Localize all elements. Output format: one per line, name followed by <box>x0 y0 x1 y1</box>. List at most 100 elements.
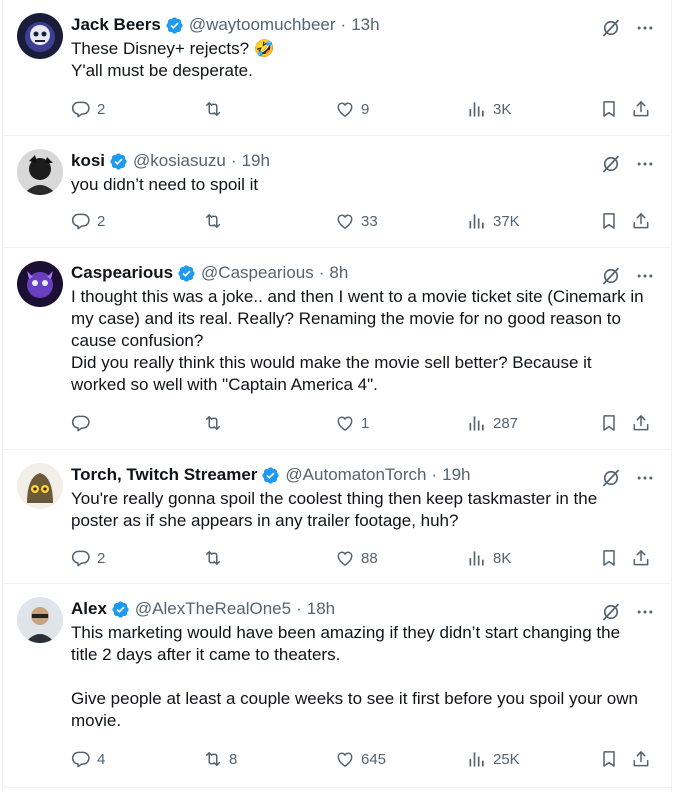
bookmark-icon <box>599 413 619 433</box>
tweet[interactable]: Torch, Twitch Streamer @AutomatonTorch ·… <box>3 450 671 584</box>
tweet[interactable]: Jack Beers @waytoomuchbeer · 13h These D… <box>3 0 671 136</box>
author-handle[interactable]: @AutomatonTorch <box>285 465 426 485</box>
timestamp[interactable]: 8h <box>329 263 348 283</box>
avatar[interactable] <box>17 463 63 509</box>
bookmark-icon <box>599 211 619 231</box>
heart-icon <box>335 413 355 433</box>
share-button[interactable] <box>631 211 651 231</box>
retweet-button[interactable] <box>203 99 229 119</box>
grok-icon[interactable] <box>601 468 621 488</box>
share-button[interactable] <box>631 548 651 568</box>
author-handle[interactable]: @waytoomuchbeer <box>189 15 336 35</box>
more-options-icon[interactable] <box>635 602 655 622</box>
more-options-icon[interactable] <box>635 266 655 286</box>
share-icon <box>631 548 651 568</box>
author-name[interactable]: kosi <box>71 151 105 171</box>
verified-badge-icon <box>261 466 280 485</box>
reply-button[interactable]: 2 <box>71 548 105 568</box>
grok-icon[interactable] <box>601 154 621 174</box>
share-icon <box>631 749 651 769</box>
like-button[interactable]: 1 <box>335 413 369 433</box>
tweet-text-line: This marketing would have been amazing i… <box>71 623 621 642</box>
action-bar: 2 88 8K <box>71 548 655 570</box>
retweet-button[interactable] <box>203 413 229 433</box>
reply-button[interactable] <box>71 413 97 433</box>
timestamp[interactable]: 18h <box>307 599 335 619</box>
tweet[interactable]: Alex @AlexTheRealOne5 · 18h This marketi… <box>3 584 671 788</box>
bookmark-button[interactable] <box>599 413 619 433</box>
tweet-text-line: You're really gonna spoil the coolest th… <box>71 489 598 508</box>
author-name[interactable]: Jack Beers <box>71 15 161 35</box>
reply-icon <box>71 99 91 119</box>
like-button[interactable]: 645 <box>335 749 386 769</box>
grok-icon[interactable] <box>601 18 621 38</box>
bookmark-button[interactable] <box>599 548 619 568</box>
bookmark-button[interactable] <box>599 211 619 231</box>
author-name[interactable]: Alex <box>71 599 107 619</box>
views-button[interactable]: 8K <box>467 548 511 568</box>
author-handle[interactable]: @AlexTheRealOne5 <box>135 599 291 619</box>
tweet[interactable]: Caspearious @Caspearious · 8h I thought … <box>3 248 671 450</box>
action-bar: 2 33 37K <box>71 211 655 233</box>
author-handle[interactable]: @Caspearious <box>201 263 314 283</box>
reply-button[interactable]: 4 <box>71 749 105 769</box>
views-button[interactable]: 3K <box>467 99 511 119</box>
share-icon <box>631 413 651 433</box>
heart-icon <box>335 749 355 769</box>
verified-badge-icon <box>177 264 196 283</box>
share-button[interactable] <box>631 413 651 433</box>
separator-dot: · <box>340 15 347 34</box>
reply-count: 2 <box>97 549 106 567</box>
more-options-icon[interactable] <box>635 468 655 488</box>
author-name[interactable]: Torch, Twitch Streamer <box>71 465 257 485</box>
verified-badge-icon <box>165 16 184 35</box>
timestamp[interactable]: 19h <box>242 151 270 171</box>
tweet-text-line: my case) and its real. Really? Renaming … <box>71 309 621 328</box>
avatar[interactable] <box>17 261 63 307</box>
share-button[interactable] <box>631 749 651 769</box>
retweet-button[interactable] <box>203 211 229 231</box>
view-count: 8K <box>493 549 512 567</box>
tweet-text-line: you didn’t need to spoil it <box>71 175 259 194</box>
like-button[interactable]: 33 <box>335 211 378 231</box>
reply-button[interactable]: 2 <box>71 99 105 119</box>
verified-badge-icon <box>111 600 130 619</box>
tweet-text-line: I thought this was a joke.. and then I w… <box>71 287 644 306</box>
bookmark-button[interactable] <box>599 749 619 769</box>
tweet-text-line: worked so well with "Captain America 4". <box>71 375 378 394</box>
grok-icon[interactable] <box>601 602 621 622</box>
more-options-icon[interactable] <box>635 18 655 38</box>
separator-dot: · <box>296 599 302 618</box>
views-button[interactable]: 37K <box>467 211 520 231</box>
author-name[interactable]: Caspearious <box>71 263 173 283</box>
reply-icon <box>71 211 91 231</box>
retweet-button[interactable] <box>203 548 229 568</box>
tweet-text-line: Give people at least a couple weeks to s… <box>71 689 638 708</box>
tweet-text: you didn’t need to spoil it <box>71 174 651 196</box>
views-button[interactable]: 287 <box>467 413 518 433</box>
tweet[interactable]: kosi @kosiasuzu · 19h you didn’t need to… <box>3 136 671 248</box>
author-handle[interactable]: @kosiasuzu <box>133 151 226 171</box>
reply-icon <box>71 413 91 433</box>
like-button[interactable]: 9 <box>335 99 369 119</box>
like-button[interactable]: 88 <box>335 548 378 568</box>
retweet-icon <box>203 99 223 119</box>
timestamp[interactable]: 13h <box>351 15 379 35</box>
timestamp[interactable]: 19h <box>442 465 470 485</box>
avatar[interactable] <box>17 13 63 59</box>
avatar[interactable] <box>17 597 63 643</box>
bookmark-button[interactable] <box>599 99 619 119</box>
retweet-button[interactable]: 8 <box>203 749 237 769</box>
views-button[interactable]: 25K <box>467 749 520 769</box>
heart-icon <box>335 99 355 119</box>
view-count: 287 <box>493 414 519 432</box>
avatar[interactable] <box>17 149 63 195</box>
share-button[interactable] <box>631 99 651 119</box>
tweet-text: You're really gonna spoil the coolest th… <box>71 488 651 532</box>
grok-icon[interactable] <box>601 266 621 286</box>
view-count: 3K <box>493 100 512 118</box>
reply-button[interactable]: 2 <box>71 211 105 231</box>
tweet-text: These Disney+ rejects? 🤣 Y'all must be de… <box>71 38 651 82</box>
verified-badge-icon <box>109 152 128 171</box>
more-options-icon[interactable] <box>635 154 655 174</box>
